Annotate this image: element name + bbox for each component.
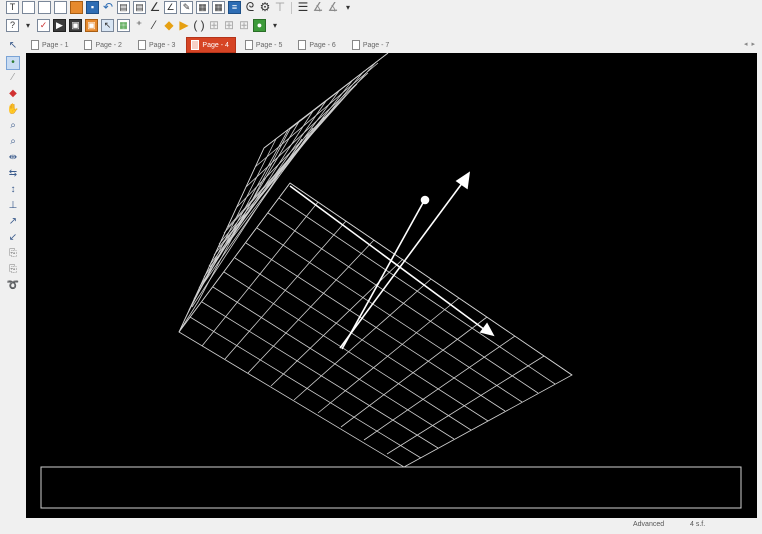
status-bar: Advanced 4 s.f. xyxy=(0,518,762,534)
filter-icon[interactable]: ⊤ xyxy=(274,1,286,14)
rotate-icon[interactable]: ↙ xyxy=(6,232,20,246)
arrow-add-icon[interactable]: ▶ xyxy=(178,19,190,32)
page-tabs: Page - 1 Page - 2 Page - 3 Page - 4 Page… xyxy=(26,36,762,53)
arrow-head-diagonal xyxy=(455,171,471,190)
page-icon[interactable]: ⎘ xyxy=(6,248,20,262)
lines-icon[interactable]: ☰ xyxy=(297,1,309,14)
grid-icon[interactable]: ⊞ xyxy=(238,19,250,32)
tab-label: Page - 2 xyxy=(95,41,122,49)
line-add-icon[interactable]: ⁄ xyxy=(148,19,160,32)
tab-label: Page - 1 xyxy=(42,41,69,49)
tab-page-1[interactable]: Page - 1 xyxy=(26,37,75,53)
tab-label: Page - 4 xyxy=(202,41,229,49)
arrow-head-horizontal xyxy=(479,322,495,337)
tab-label: Page - 5 xyxy=(255,41,283,49)
edit-icon[interactable]: ✎ xyxy=(180,1,193,14)
floor-plane xyxy=(178,182,573,468)
table-icon[interactable]: ▦ xyxy=(212,1,225,14)
main-toolbar: T ▪ ↶ ▤ ▤ ∠ ∠ ✎ ▦ ▦ ≡ ᘓ ⚙ ⊤ ☰ ∡ ∡ ▾ xyxy=(0,0,762,15)
media-icon[interactable]: ▶ xyxy=(53,19,66,32)
function-icon[interactable]: ( ) xyxy=(193,19,205,32)
save-icon[interactable]: ▪ xyxy=(86,1,99,14)
tab-page-4[interactable]: Page - 4 xyxy=(186,37,236,53)
zoom-out-icon[interactable]: ⌕ xyxy=(6,136,20,150)
dropdown-icon[interactable]: ▾ xyxy=(22,19,34,32)
snail-icon[interactable]: ᘓ xyxy=(244,1,256,14)
select-icon[interactable]: ↖ xyxy=(101,19,114,32)
text-tool-icon[interactable]: ? xyxy=(6,19,19,32)
point-icon[interactable]: • xyxy=(6,56,20,70)
tab-page-7[interactable]: Page - 7 xyxy=(347,37,396,53)
tab-scroll-arrows[interactable]: ◂ ▸ xyxy=(744,40,756,48)
wireframe-drawing xyxy=(40,52,742,509)
angle-icon[interactable]: ∠ xyxy=(149,1,161,14)
page-icon[interactable] xyxy=(38,1,51,14)
grid-icon[interactable]: ⊞ xyxy=(223,19,235,32)
undo-icon[interactable]: ↶ xyxy=(102,1,114,14)
page-icon xyxy=(351,40,360,50)
precision-label[interactable]: 4 s.f. xyxy=(690,521,705,528)
vector-endpoint[interactable] xyxy=(420,195,430,205)
tab-page-6[interactable]: Page - 6 xyxy=(293,37,342,53)
zoom-in-icon[interactable]: ⌕ xyxy=(6,120,20,134)
dropdown-icon[interactable]: ▾ xyxy=(269,19,281,32)
text-icon[interactable]: T xyxy=(6,1,19,14)
page-icon xyxy=(31,40,39,50)
tab-page-3[interactable]: Page - 3 xyxy=(133,37,182,53)
mode-label[interactable]: Advanced xyxy=(633,521,664,528)
dropdown-icon[interactable]: ▾ xyxy=(342,1,354,14)
canvas-right-border xyxy=(757,53,762,518)
tools-toolbar: ? ▾ ✓ ▶ ▣ ▣ ↖ ▦ ⁺ ⁄ ◆ ▶ ( ) ⊞ ⊞ ⊞ ● ▾ xyxy=(0,15,762,36)
tab-label: Page - 7 xyxy=(362,41,390,49)
scale-icon[interactable]: ⊥ xyxy=(6,200,20,214)
page-icon xyxy=(137,40,146,50)
page-icon xyxy=(298,40,307,50)
open-folder-icon[interactable] xyxy=(70,1,83,14)
page-icon[interactable]: ⎘ xyxy=(6,264,20,278)
input-box[interactable] xyxy=(40,466,742,509)
checklist-icon[interactable]: ✓ xyxy=(37,19,50,32)
angle-measure-icon[interactable]: ∡ xyxy=(327,1,339,14)
angle-measure-icon[interactable]: ∡ xyxy=(312,1,324,14)
vector-add-icon[interactable]: ◆ xyxy=(163,19,175,32)
vector-horizontal[interactable] xyxy=(289,185,486,331)
list-icon[interactable]: ≡ xyxy=(228,1,241,14)
tab-label: Page - 6 xyxy=(309,41,336,49)
move-horizontal-icon[interactable]: ⇹ xyxy=(6,152,20,166)
pencil-icon[interactable]: ⁄ xyxy=(6,72,20,86)
lasso-icon[interactable]: ➰ xyxy=(6,280,20,294)
move-horizontal-icon[interactable]: ⇆ xyxy=(6,168,20,182)
select-arrow-icon[interactable]: ↖ xyxy=(6,40,20,54)
new-page-icon[interactable] xyxy=(22,1,35,14)
drawing-canvas[interactable] xyxy=(26,52,757,518)
rotate-icon[interactable]: ↗ xyxy=(6,216,20,230)
page-icon[interactable] xyxy=(54,1,67,14)
toolbar-divider xyxy=(291,1,292,14)
point-add-icon[interactable]: ⁺ xyxy=(133,19,145,32)
grid-icon[interactable]: ▦ xyxy=(196,1,209,14)
turtle-icon[interactable]: ● xyxy=(253,19,266,32)
page-icon xyxy=(191,40,200,50)
settings-icon[interactable]: ⚙ xyxy=(259,1,271,14)
chart-icon[interactable]: ▤ xyxy=(117,1,130,14)
tab-page-5[interactable]: Page - 5 xyxy=(240,37,289,53)
image-icon[interactable]: ▣ xyxy=(85,19,98,32)
tool-sidebar: ↖ • ⁄ ◆ ✋ ⌕ ⌕ ⇹ ⇆ ↕ ⊥ ↗ ↙ ⎘ ⎘ ➰ xyxy=(0,36,26,342)
grid-icon[interactable]: ⊞ xyxy=(208,19,220,32)
move-vertical-icon[interactable]: ↕ xyxy=(6,184,20,198)
page-icon xyxy=(84,40,93,50)
eraser-icon[interactable]: ◆ xyxy=(6,88,20,102)
tab-label: Page - 3 xyxy=(148,41,176,49)
image-icon[interactable]: ▣ xyxy=(69,19,82,32)
grid-icon[interactable]: ▦ xyxy=(117,19,130,32)
tab-page-2[interactable]: Page - 2 xyxy=(79,37,128,53)
page-icon xyxy=(244,40,253,50)
hand-icon[interactable]: ✋ xyxy=(6,104,20,118)
chart-icon[interactable]: ▤ xyxy=(133,1,146,14)
angle-icon[interactable]: ∠ xyxy=(164,1,177,14)
